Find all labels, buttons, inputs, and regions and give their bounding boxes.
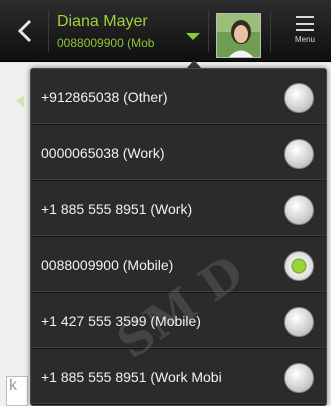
number-option[interactable]: +912865038 (Other) (31, 69, 326, 125)
divider (270, 10, 271, 52)
number-option-label: 0088009900 (Mobile) (41, 257, 174, 273)
action-bar: Diana Mayer 0088009900 (Mob Menu (0, 0, 331, 62)
menu-lines-icon (296, 16, 314, 31)
chevron-left-icon (17, 19, 32, 43)
avatar-photo-icon (217, 14, 260, 57)
number-picker-popup: +912865038 (Other) 0000065038 (Work) +1 … (30, 68, 327, 406)
number-option-label: 0000065038 (Work) (41, 145, 165, 161)
divider (48, 10, 49, 52)
number-option[interactable]: 0000065038 (Work) (31, 125, 326, 181)
radio-button-icon[interactable] (284, 363, 314, 393)
dropdown-arrow-icon[interactable] (186, 33, 200, 40)
number-option-label: +1 427 555 3599 (Mobile) (41, 313, 201, 329)
radio-button-selected-icon[interactable] (284, 251, 314, 281)
number-option[interactable]: +1 427 555 3599 (Mobile) (31, 293, 326, 349)
number-option-label: +1 885 555 8951 (Work Mobi (41, 369, 222, 385)
message-input[interactable]: k (6, 376, 28, 406)
screen: k Diana Mayer 0088009900 (Mob Menu +9128… (0, 0, 331, 406)
number-option[interactable]: +1 885 555 8951 (Work) (31, 181, 326, 237)
contact-avatar[interactable] (216, 13, 261, 58)
menu-label: Menu (294, 35, 315, 44)
number-option-label: +1 885 555 8951 (Work) (41, 201, 193, 217)
divider (208, 10, 209, 52)
radio-button-icon[interactable] (284, 307, 314, 337)
number-option-label: +912865038 (Other) (41, 89, 168, 105)
back-button[interactable] (6, 10, 44, 52)
number-option[interactable]: +1 885 555 8951 (Work Mobi (31, 349, 326, 405)
contact-number[interactable]: 0088009900 (Mob (57, 36, 181, 50)
contact-name[interactable]: Diana Mayer (57, 13, 148, 31)
radio-button-icon[interactable] (284, 195, 314, 225)
number-option[interactable]: 0088009900 (Mobile) (31, 237, 326, 293)
menu-button[interactable]: Menu (279, 10, 331, 56)
radio-button-icon[interactable] (284, 139, 314, 169)
radio-button-icon[interactable] (284, 83, 314, 113)
background-arrow-icon (16, 95, 24, 107)
